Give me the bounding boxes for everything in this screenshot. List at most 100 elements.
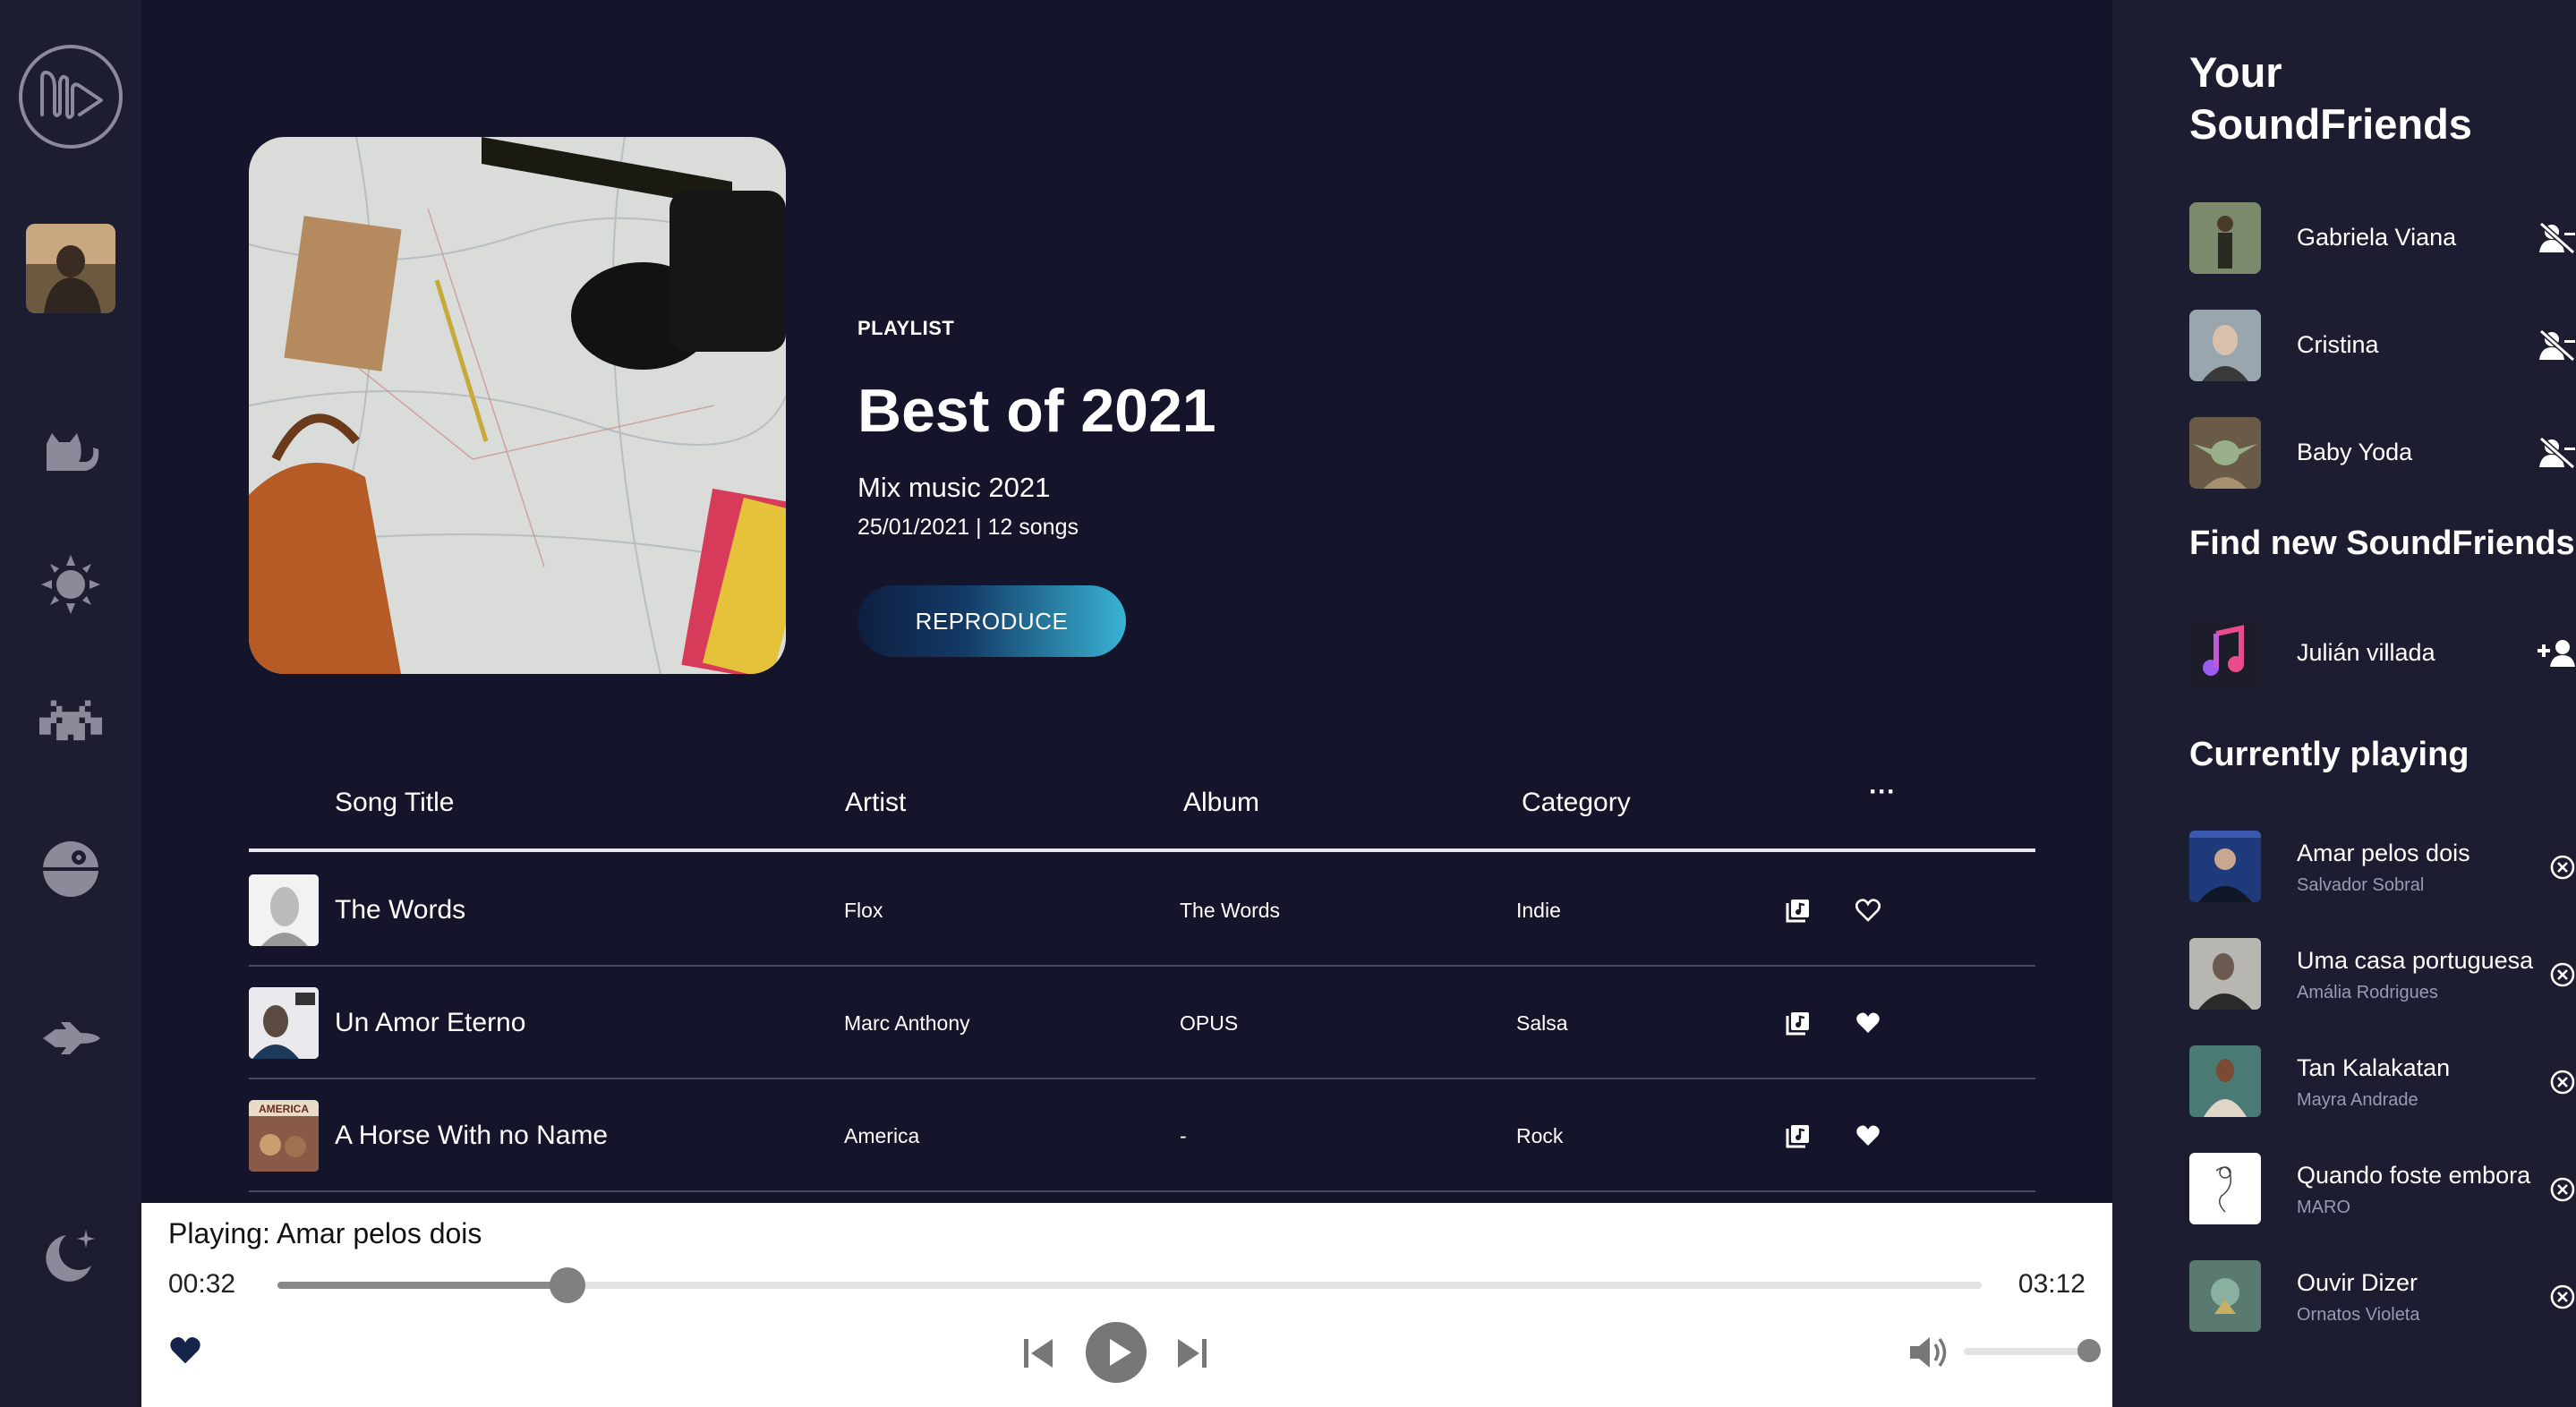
- playlist-subtitle: Mix music 2021: [857, 472, 1051, 503]
- queue-song-artist: Mayra Andrade: [2297, 1090, 2418, 1110]
- add-to-playlist-icon[interactable]: [1785, 897, 1812, 924]
- col-category[interactable]: Category: [1522, 788, 1631, 818]
- now-playing-label: Playing: Amar pelos dois: [168, 1217, 482, 1249]
- player-bar: Playing: Amar pelos dois 00:32 03:12: [141, 1203, 2112, 1407]
- table-header: Song Title Artist Album Category ···: [249, 770, 2035, 852]
- remove-from-queue-icon[interactable]: [2549, 961, 2576, 988]
- queue-song-artist: MARO: [2297, 1198, 2350, 1217]
- song-artist[interactable]: Flox: [844, 899, 883, 923]
- friend-name[interactable]: Gabriela Viana: [2297, 224, 2456, 252]
- nav-rail: [0, 0, 141, 1407]
- queue-album-art: [2189, 1153, 2261, 1224]
- playlist-title: Best of 2021: [857, 377, 1216, 445]
- cat-icon[interactable]: [0, 412, 141, 474]
- death-star-icon[interactable]: [0, 840, 141, 899]
- friend-avatar: [2189, 417, 2261, 489]
- moon-stars-icon[interactable]: [0, 1224, 141, 1287]
- find-friends-heading: Find new SoundFriends: [2189, 524, 2575, 562]
- col-album[interactable]: Album: [1183, 788, 1259, 818]
- remove-friend-icon[interactable]: [2537, 220, 2576, 256]
- volume-handle[interactable]: [2077, 1339, 2101, 1362]
- previous-track-icon[interactable]: [1020, 1335, 1056, 1376]
- remove-friend-icon[interactable]: [2537, 328, 2576, 363]
- song-album[interactable]: OPUS: [1180, 1011, 1238, 1036]
- remove-from-queue-icon[interactable]: [2549, 1176, 2576, 1203]
- friend-item[interactable]: Gabriela Viana: [2189, 202, 2576, 274]
- song-artist[interactable]: Marc Anthony: [844, 1011, 970, 1036]
- add-to-playlist-icon[interactable]: [1785, 1010, 1812, 1036]
- remove-from-queue-icon[interactable]: [2549, 854, 2576, 881]
- friend-avatar: [2189, 310, 2261, 381]
- next-track-icon[interactable]: [1174, 1335, 1210, 1376]
- friend-name[interactable]: Baby Yoda: [2297, 439, 2412, 466]
- reproduce-button[interactable]: REPRODUCE: [857, 585, 1126, 657]
- queue-song-title[interactable]: Tan Kalakatan: [2297, 1054, 2450, 1082]
- queue-item[interactable]: Uma casa portuguesa Amália Rodrigues: [2189, 938, 2576, 1010]
- heart-outline-icon[interactable]: [1855, 897, 1881, 924]
- queue-item[interactable]: Ouvir Dizer Ornatos Violeta: [2189, 1260, 2576, 1332]
- volume-icon[interactable]: [1908, 1334, 1949, 1376]
- friend-item[interactable]: Cristina: [2189, 310, 2576, 381]
- sun-icon[interactable]: [0, 553, 141, 616]
- queue-song-artist: Amália Rodrigues: [2297, 983, 2438, 1002]
- total-time: 03:12: [2017, 1269, 2086, 1299]
- heart-filled-icon[interactable]: [168, 1335, 202, 1370]
- heart-filled-icon[interactable]: [1855, 1122, 1881, 1149]
- song-category: Indie: [1516, 899, 1561, 922]
- remove-from-queue-icon[interactable]: [2549, 1283, 2576, 1310]
- album-art: [249, 987, 319, 1059]
- spaceship-icon[interactable]: [0, 1020, 141, 1056]
- album-art: AMERICA: [249, 1100, 319, 1172]
- song-title[interactable]: Un Amor Eterno: [335, 1008, 525, 1038]
- space-invader-icon[interactable]: [0, 698, 141, 748]
- main-content: PLAYLIST Best of 2021 Mix music 2021 25/…: [141, 0, 2112, 1407]
- song-artist[interactable]: America: [844, 1124, 919, 1148]
- play-button[interactable]: [1085, 1321, 1147, 1388]
- queue-song-artist: Ornatos Violeta: [2297, 1305, 2420, 1325]
- heart-filled-icon[interactable]: [1855, 1010, 1881, 1036]
- queue-album-art: [2189, 938, 2261, 1010]
- currently-playing-heading: Currently playing: [2189, 736, 2469, 773]
- col-artist[interactable]: Artist: [845, 788, 906, 818]
- logo-icon[interactable]: [0, 43, 141, 150]
- queue-song-title[interactable]: Amar pelos dois: [2297, 840, 2470, 867]
- user-avatar[interactable]: [0, 224, 141, 313]
- queue-song-artist: Salvador Sobral: [2297, 875, 2425, 895]
- progress-handle[interactable]: [549, 1267, 585, 1303]
- remove-from-queue-icon[interactable]: [2549, 1069, 2576, 1096]
- right-panel: Your SoundFriends Gabriela Viana Cristin…: [2112, 0, 2576, 1407]
- progress-bar[interactable]: [277, 1267, 1982, 1303]
- song-album[interactable]: The Words: [1180, 899, 1280, 923]
- table-row[interactable]: AMERICA A Horse With no Name America - R…: [249, 1079, 2035, 1192]
- friend-name[interactable]: Cristina: [2297, 331, 2379, 359]
- svg-text:AMERICA: AMERICA: [259, 1103, 309, 1115]
- queue-song-title[interactable]: Uma casa portuguesa: [2297, 947, 2533, 975]
- playlist-label: PLAYLIST: [857, 317, 955, 339]
- col-song-title[interactable]: Song Title: [335, 788, 454, 818]
- queue-item[interactable]: Tan Kalakatan Mayra Andrade: [2189, 1045, 2576, 1117]
- friends-heading: Your SoundFriends: [2189, 48, 2472, 148]
- volume-slider[interactable]: [1964, 1339, 2101, 1362]
- suggestion-name[interactable]: Julián villada: [2297, 639, 2435, 667]
- table-row[interactable]: The Words Flox The Words Indie: [249, 854, 2035, 967]
- remove-friend-icon[interactable]: [2537, 435, 2576, 471]
- current-time: 00:32: [168, 1269, 236, 1299]
- suggestion-item[interactable]: Julián villada: [2189, 618, 2576, 689]
- song-title[interactable]: The Words: [335, 895, 465, 925]
- playlist-meta: 25/01/2021 | 12 songs: [857, 515, 1079, 540]
- song-album[interactable]: -: [1180, 1124, 1187, 1148]
- suggestion-avatar: [2189, 618, 2261, 689]
- queue-item[interactable]: Amar pelos dois Salvador Sobral: [2189, 831, 2576, 902]
- table-row[interactable]: Un Amor Eterno Marc Anthony OPUS Salsa: [249, 967, 2035, 1079]
- friend-avatar: [2189, 202, 2261, 274]
- queue-song-title[interactable]: Quando foste embora: [2297, 1162, 2530, 1190]
- album-art: [249, 874, 319, 946]
- friend-item[interactable]: Baby Yoda: [2189, 417, 2576, 489]
- song-title[interactable]: A Horse With no Name: [335, 1121, 608, 1151]
- add-friend-icon[interactable]: [2537, 635, 2576, 671]
- queue-item[interactable]: Quando foste embora MARO: [2189, 1153, 2576, 1224]
- playlist-cover: [249, 137, 786, 674]
- add-to-playlist-icon[interactable]: [1785, 1122, 1812, 1149]
- more-options-icon[interactable]: ···: [1869, 777, 1896, 807]
- queue-song-title[interactable]: Ouvir Dizer: [2297, 1269, 2418, 1297]
